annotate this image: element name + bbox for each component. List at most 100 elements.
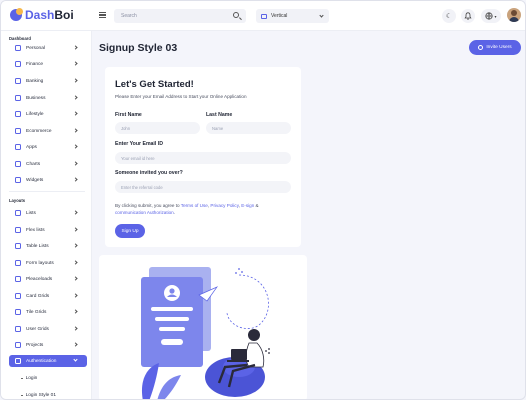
illustration-graphic [141,267,270,399]
sidebar-subitem-label: Login Style 01 [25,393,56,398]
sidebar-item-label: Lifestyle [26,111,44,117]
sidebar-item-label: Pleaceloads [26,276,53,282]
sidebar-item-lifestyle[interactable]: Lifestyle [9,108,87,120]
chevron-right-icon [73,309,78,314]
sidebar-item-pleaceloads[interactable]: Pleaceloads [9,273,87,285]
chevron-right-icon [73,260,78,265]
flex-lists-icon [15,227,21,233]
logo-icon [10,8,23,21]
referral-code-field[interactable] [115,181,291,193]
projects-icon [15,342,21,348]
sidebar-item-personal[interactable]: Personal [9,42,87,54]
terms-prefix: By clicking submit, you agree to [115,203,181,208]
sidebar-item-finance[interactable]: Finance [9,58,87,70]
email-label: Enter Your Email ID [115,141,163,147]
terms-text: By clicking submit, you agree to Terms o… [115,202,285,216]
invite-users-label: Invite Users [486,45,512,50]
terms-end: . [173,210,176,215]
sidebar-item-flex-lists[interactable]: Flex lists [9,224,87,236]
user-grids-icon [15,326,21,332]
sidebar-item-label: Charts [26,161,41,167]
personal-icon [15,45,21,51]
card-grids-icon [15,293,21,299]
charts-icon [15,161,21,167]
chevron-right-icon [73,45,78,50]
chevron-right-icon [73,326,78,331]
chevron-right-icon [73,276,78,281]
terms-of-use-link[interactable]: Terms of Use [181,203,208,208]
sign-up-button[interactable]: Sign Up [115,224,145,238]
chevron-right-icon [73,95,78,100]
sidebar-item-table-lists[interactable]: Table Lists [9,240,87,252]
layout-icon [261,13,267,19]
ecommerce-icon [15,128,21,134]
sidebar-item-form-layouts[interactable]: Form layouts [9,257,87,269]
chevron-right-icon [73,177,78,182]
brand[interactable]: DashBoi [10,8,74,22]
sidebar-item-banking[interactable]: Banking [9,75,87,87]
bullet-icon [21,377,23,380]
last-name-label: Last Name [206,112,233,118]
sidebar-item-lists[interactable]: Lists [9,207,87,219]
bell-icon[interactable] [461,9,475,23]
chevron-down-icon [73,357,78,362]
chevron-down-icon [319,13,324,18]
page-title: Signup Style 03 [99,42,178,54]
sidebar-item-card-grids[interactable]: Card Grids [9,290,87,302]
e-sign-link[interactable]: E-sign [241,203,254,208]
sidebar-item-projects[interactable]: Projects [9,339,87,351]
layout-select[interactable]: Vertical [256,9,329,23]
signup-heading: Let's Get Started! [115,79,194,90]
sidebar-subitem-login-style-01[interactable]: Login Style 01 [21,393,56,398]
invite-users-button[interactable]: Invite Users [469,40,521,55]
moon-icon[interactable]: ☾ [442,9,456,23]
sidebar-item-ecommerce[interactable]: Ecommerce [9,125,87,137]
sidebar-item-label: Apps [26,144,37,150]
privacy-policy-link[interactable]: Privacy Policy [210,203,238,208]
chevron-right-icon [73,227,78,232]
email-field[interactable] [115,152,291,164]
sidebar-subitem-label: Login [25,376,38,381]
brand-name: DashBoi [25,8,74,22]
chevron-right-icon [73,144,78,149]
sidebar-item-tile-grids[interactable]: Tile Grids [9,306,87,318]
user-plus-icon [478,45,484,50]
sidebar-item-label: Flex lists [26,227,45,233]
chevron-right-icon [73,210,78,215]
tile-grids-icon [15,309,21,315]
lifestyle-icon [15,111,21,117]
chevron-right-icon [73,243,78,248]
apps-icon [15,144,21,150]
sidebar-item-user-grids[interactable]: User Grids [9,323,87,335]
app-frame: DashBoi Vertical ☾ ▾ Dashboard Personal … [0,0,526,400]
sidebar-subitem-login[interactable]: Login [21,376,37,381]
sidebar-item-authentication[interactable]: Authentication [9,355,87,367]
sidebar-item-apps[interactable]: Apps [9,141,87,153]
sidebar-section-layouts: Layouts [9,198,26,203]
menu-icon[interactable] [99,12,106,18]
chevron-right-icon [73,161,78,166]
sidebar-item-label: Widgets [26,177,44,183]
widgets-icon [15,177,21,183]
search-icon[interactable] [233,12,239,18]
avatar[interactable] [507,8,521,22]
pleaceloads-icon [15,276,21,282]
globe-icon[interactable]: ▾ [481,9,501,23]
communication-authorization-link[interactable]: communication Authorization [115,210,174,215]
search-input[interactable] [114,9,246,23]
sidebar-item-business[interactable]: Business [9,92,87,104]
sidebar-item-label: Lists [26,210,36,216]
sidebar-item-label: User Grids [26,326,49,332]
last-name-field[interactable] [206,122,291,134]
sidebar-item-label: Tile Grids [26,309,47,315]
sidebar-item-label: Ecommerce [26,128,52,134]
sidebar-item-widgets[interactable]: Widgets [9,174,87,186]
chevron-right-icon [73,293,78,298]
layout-select-value: Vertical [271,13,288,19]
sidebar-item-label: Projects [26,342,44,348]
first-name-field[interactable] [115,122,200,134]
signup-card: Let's Get Started! Please Enter your Ema… [105,67,301,247]
sidebar-item-charts[interactable]: Charts [9,158,87,170]
top-header: DashBoi Vertical ☾ ▾ [1,1,525,31]
authentication-icon [15,358,21,364]
